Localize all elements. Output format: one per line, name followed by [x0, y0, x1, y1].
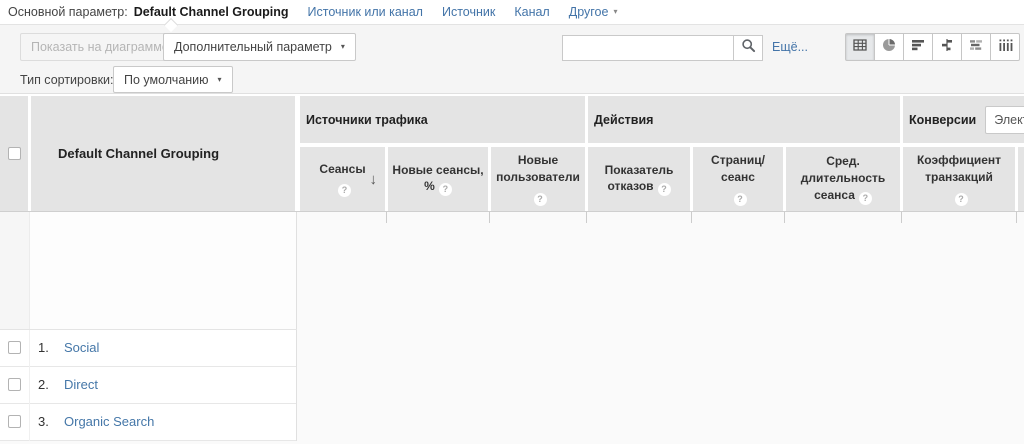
- column-header-clipped: [1018, 147, 1024, 211]
- search-icon: [741, 38, 756, 58]
- chevron-down-icon: ▾: [341, 43, 345, 51]
- secondary-dimension-label: Дополнительный параметр: [174, 40, 332, 54]
- select-all-cell: [0, 96, 28, 211]
- help-icon[interactable]: ?: [338, 184, 351, 197]
- sort-type-label: Тип сортировки:: [20, 73, 114, 87]
- column-header-default-channel-grouping[interactable]: Default Channel Grouping: [31, 96, 295, 211]
- secondary-dimension-button[interactable]: Дополнительный параметр ▾: [163, 33, 356, 61]
- plot-rows-button-label: Показать на диаграмме: [31, 40, 169, 54]
- search-button[interactable]: [733, 35, 763, 61]
- help-icon[interactable]: ?: [534, 193, 547, 206]
- column-divider-tick: [901, 212, 902, 223]
- analytics-report-page: Основной параметр: Default Channel Group…: [0, 0, 1024, 444]
- column-divider-tick: [586, 212, 587, 223]
- row-index: 2.: [38, 377, 49, 392]
- column-header-avg-session-duration[interactable]: Сред. длительность сеанса?: [786, 147, 900, 211]
- help-icon[interactable]: ?: [859, 192, 872, 205]
- performance-view-button[interactable]: [903, 33, 933, 61]
- checkbox-column-background: [0, 212, 29, 330]
- group-label-conversions: Конверсии: [909, 113, 976, 127]
- column-header-transaction-rate[interactable]: Коэффициент транзакций ?: [903, 147, 1015, 211]
- sort-type-dropdown[interactable]: По умолчанию ▾: [113, 66, 233, 93]
- channel-link-direct[interactable]: Direct: [64, 377, 98, 392]
- conversions-goal-dropdown[interactable]: Электр: [985, 106, 1024, 134]
- dimension-link-source[interactable]: Источник: [442, 5, 495, 19]
- help-icon[interactable]: ?: [955, 193, 968, 206]
- term-cloud-icon: [968, 37, 984, 58]
- row-index: 3.: [38, 414, 49, 429]
- pie-chart-icon: [881, 37, 897, 58]
- column-header-new-users[interactable]: Новые пользователи ?: [491, 147, 585, 211]
- search-input[interactable]: [562, 35, 734, 61]
- column-label: Сеансы: [319, 161, 365, 178]
- group-label-traffic-sources: Источники трафика: [306, 113, 428, 127]
- term-cloud-view-button[interactable]: [961, 33, 991, 61]
- view-switcher: [845, 33, 1020, 61]
- table-row: 1. Social: [0, 330, 297, 367]
- column-divider: [29, 212, 30, 330]
- help-icon[interactable]: ?: [658, 183, 671, 196]
- row-checkbox[interactable]: [8, 378, 21, 391]
- select-all-checkbox[interactable]: [8, 147, 21, 160]
- column-divider-tick: [691, 212, 692, 223]
- primary-dimension-bar: Основной параметр: Default Channel Group…: [0, 0, 1024, 24]
- column-divider-tick: [386, 212, 387, 223]
- row-index: 1.: [38, 340, 49, 355]
- conversions-goal-value: Электр: [994, 113, 1024, 127]
- dimension-selected-default-channel-grouping[interactable]: Default Channel Grouping: [134, 5, 289, 19]
- column-divider-tick: [1016, 212, 1017, 223]
- table-rows: 1. Social 2. Direct 3. Organic Search: [0, 330, 1024, 444]
- chevron-down-icon: ▾: [218, 76, 222, 84]
- dimension-more-label: Другое: [569, 5, 609, 19]
- sort-type-value: По умолчанию: [124, 73, 209, 87]
- percentage-view-button[interactable]: [874, 33, 904, 61]
- column-divider: [29, 330, 30, 441]
- column-group-behavior: Действия: [588, 96, 900, 143]
- dimension-column-background: [30, 212, 296, 330]
- column-header-pages-per-session[interactable]: Страниц/сеанс ?: [693, 147, 783, 211]
- column-label: Страниц/сеанс: [696, 152, 780, 186]
- advanced-search-link[interactable]: Ещё...: [772, 40, 808, 54]
- comparison-view-button[interactable]: [932, 33, 962, 61]
- column-divider-tick: [489, 212, 490, 223]
- help-icon[interactable]: ?: [439, 183, 452, 196]
- group-label-behavior: Действия: [594, 113, 653, 127]
- comparison-bars-icon: [939, 37, 955, 58]
- column-divider-tick: [784, 212, 785, 223]
- table-body-empty-region: [0, 212, 1024, 330]
- primary-dimension-label: Основной параметр:: [8, 5, 128, 19]
- chevron-down-icon: ▾: [613, 8, 617, 16]
- plot-rows-button[interactable]: Показать на диаграмме: [20, 33, 180, 61]
- data-view-button[interactable]: [845, 33, 875, 61]
- pivot-table-icon: [997, 37, 1013, 58]
- column-header-sessions[interactable]: Сеансы ? ↓: [300, 147, 385, 211]
- table-row: 3. Organic Search: [0, 404, 297, 441]
- table-row: 2. Direct: [0, 367, 297, 404]
- row-checkbox[interactable]: [8, 341, 21, 354]
- dimension-link-source-medium[interactable]: Источник или канал: [308, 5, 423, 19]
- table-grid-icon: [852, 37, 868, 58]
- table-header: Default Channel Grouping Источники трафи…: [0, 96, 1024, 212]
- column-header-new-sessions-pct[interactable]: Новые сеансы, %?: [388, 147, 488, 211]
- dimension-more-dropdown[interactable]: Другое ▾: [569, 5, 618, 19]
- horizontal-bars-icon: [910, 37, 926, 58]
- channel-link-organic-search[interactable]: Organic Search: [64, 414, 154, 429]
- column-label: Новые пользователи: [494, 152, 582, 186]
- help-icon[interactable]: ?: [734, 193, 747, 206]
- dimension-link-medium[interactable]: Канал: [514, 5, 549, 19]
- column-divider: [296, 330, 297, 441]
- column-group-conversions: Конверсии Электр: [903, 96, 1024, 143]
- channel-link-social[interactable]: Social: [64, 340, 99, 355]
- row-checkbox[interactable]: [8, 415, 21, 428]
- column-divider: [296, 212, 297, 330]
- pivot-view-button[interactable]: [990, 33, 1020, 61]
- column-header-bounce-rate[interactable]: Показатель отказов?: [588, 147, 690, 211]
- column-label: Сред. длительность сеанса: [801, 154, 886, 202]
- sort-descending-icon: ↓: [370, 169, 378, 190]
- column-group-traffic-sources: Источники трафика: [300, 96, 585, 143]
- column-label: Коэффициент транзакций: [906, 152, 1012, 186]
